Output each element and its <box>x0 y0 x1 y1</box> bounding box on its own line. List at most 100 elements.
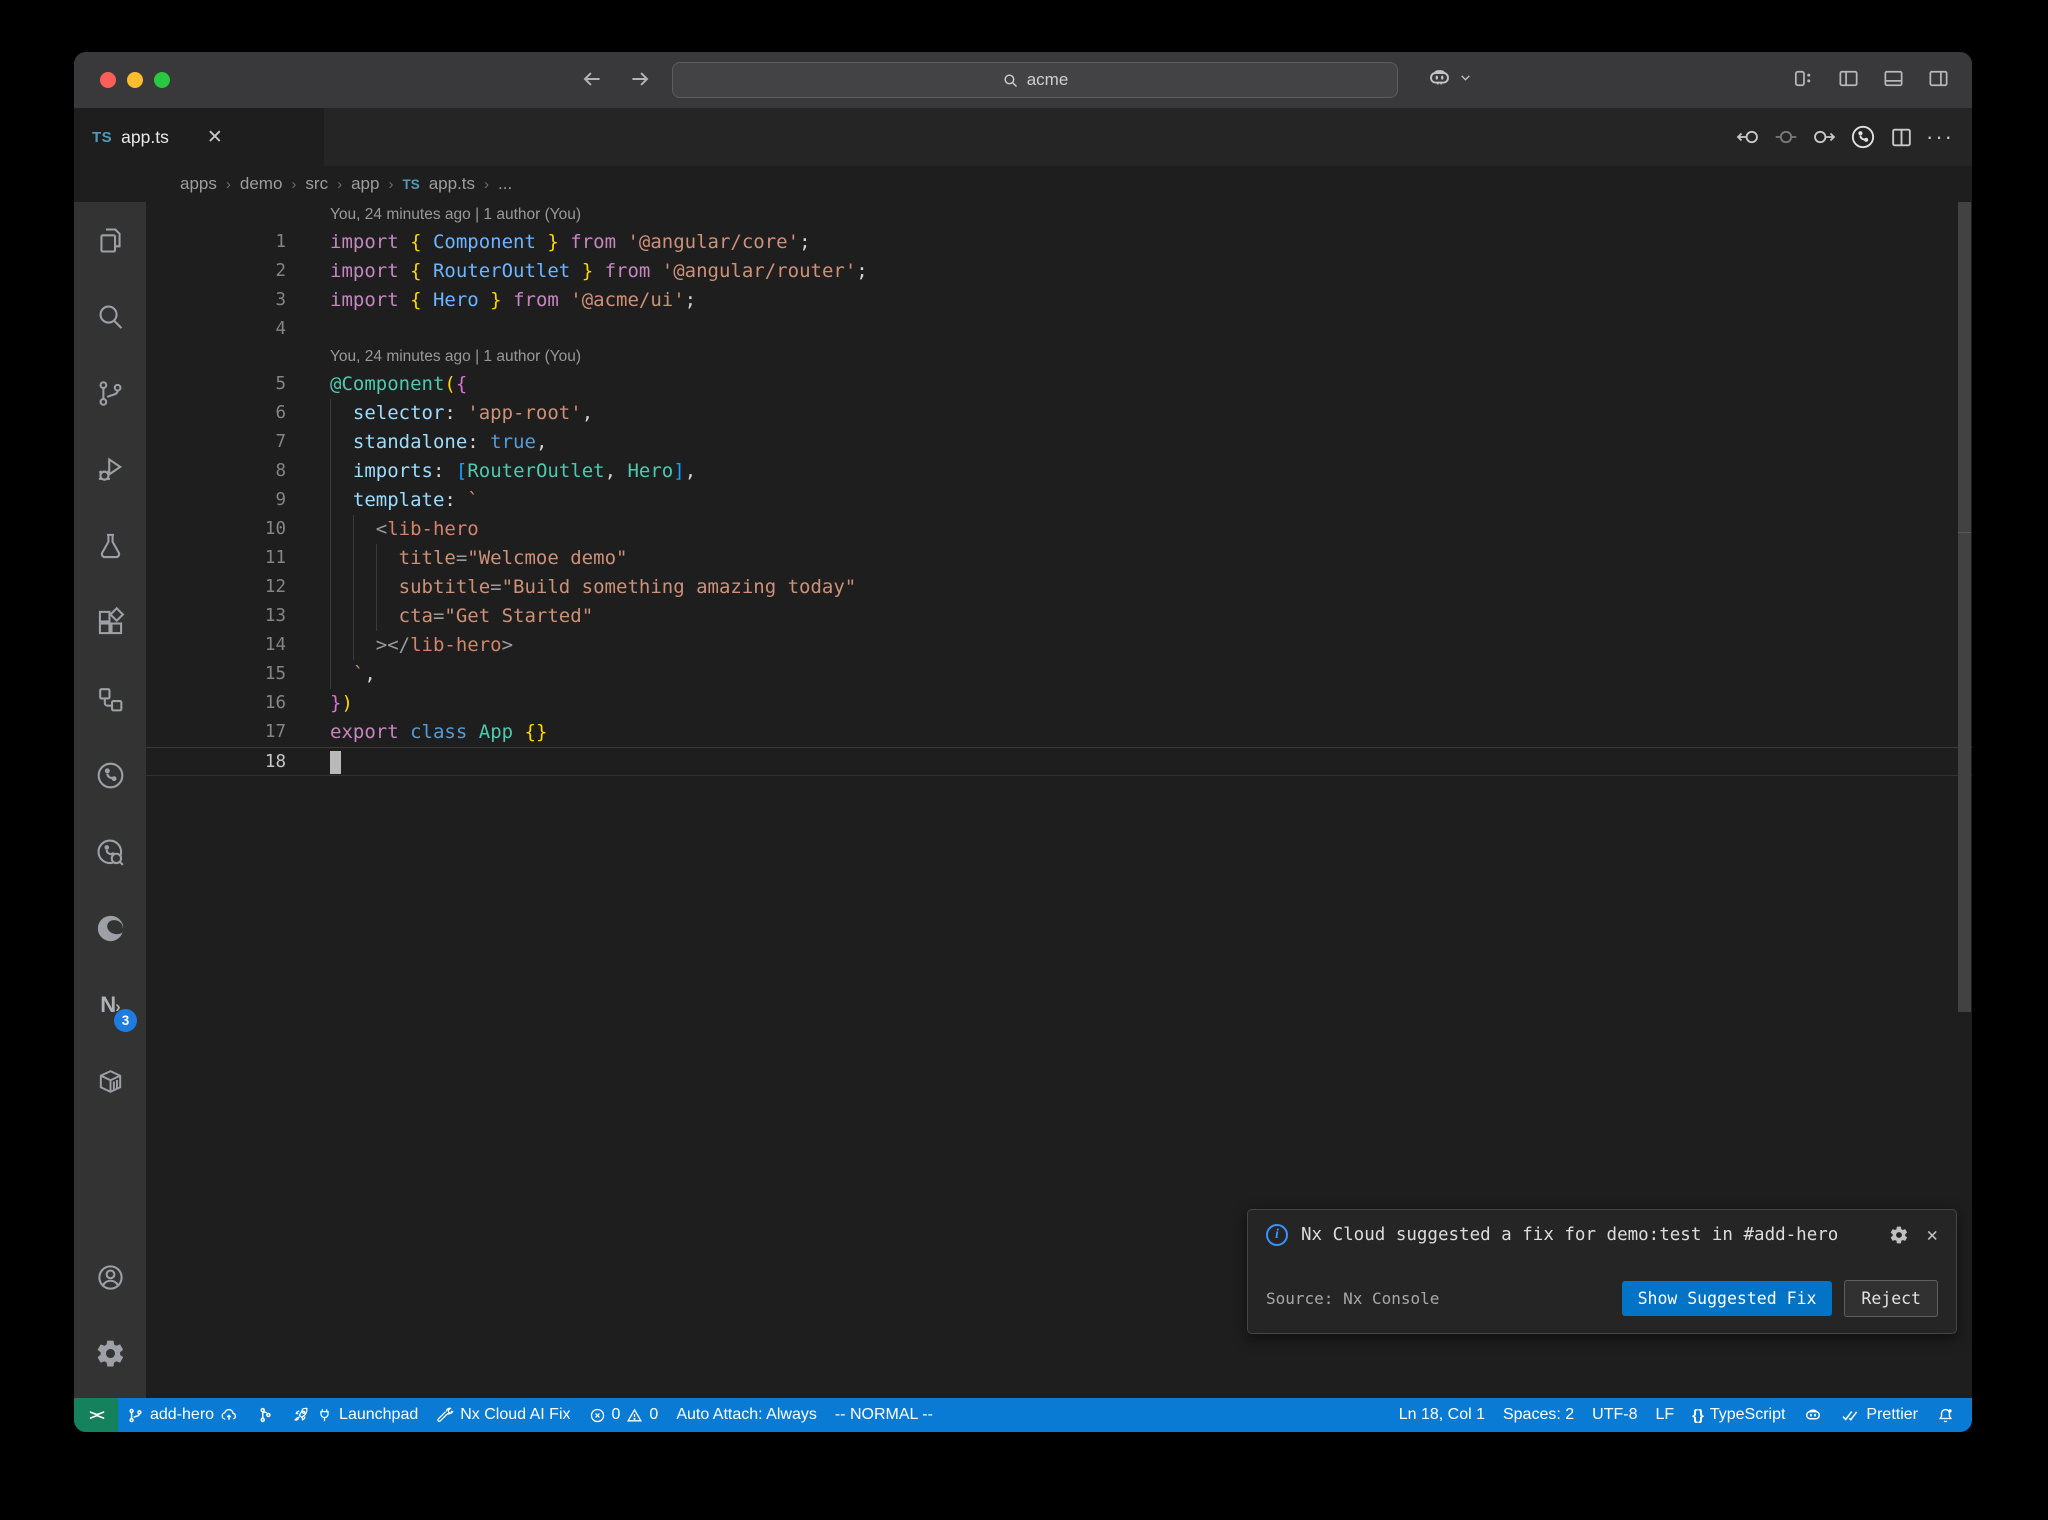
remote-indicator[interactable]: >< <box>74 1398 118 1432</box>
zoom-window-button[interactable] <box>154 72 170 88</box>
code-line[interactable]: 4 <box>146 315 1972 344</box>
more-actions-icon[interactable]: ··· <box>1926 124 1954 150</box>
breadcrumb-item[interactable]: apps <box>180 174 217 194</box>
toggle-left-sidebar-icon[interactable] <box>1837 67 1860 90</box>
nav-middle-circle-icon[interactable] <box>1773 124 1799 150</box>
indentation-item[interactable]: Spaces: 2 <box>1494 1398 1583 1432</box>
gitlens-open-changes-icon[interactable] <box>1849 123 1877 151</box>
info-icon: i <box>1266 1224 1288 1246</box>
blame-annotation[interactable]: You, 24 minutes ago | 1 author (You) <box>146 344 1972 370</box>
code-line[interactable]: 1 import { Component } from '@angular/cor… <box>146 228 1972 257</box>
hierarchy-icon[interactable] <box>74 661 146 738</box>
code-line[interactable]: 12 subtitle="Build something amazing tod… <box>146 573 1972 602</box>
line-number: 12 <box>264 577 286 597</box>
git-branch-item[interactable]: add-hero <box>118 1398 247 1432</box>
gitlens-icon[interactable] <box>74 738 146 815</box>
language-mode-item[interactable]: {} TypeScript <box>1683 1398 1794 1432</box>
gitlens-inspect-icon[interactable] <box>74 814 146 891</box>
line-number: 6 <box>275 403 286 423</box>
extensions-icon[interactable] <box>74 585 146 662</box>
breadcrumb-item[interactable]: app <box>351 174 379 194</box>
breadcrumb-item[interactable]: ... <box>498 174 512 194</box>
testing-icon[interactable] <box>74 508 146 585</box>
encoding-item[interactable]: UTF-8 <box>1583 1398 1646 1432</box>
vim-mode-item[interactable]: -- NORMAL -- <box>826 1398 942 1432</box>
copilot-status-icon[interactable] <box>1794 1398 1832 1432</box>
search-icon <box>1002 72 1019 89</box>
line-number: 7 <box>275 432 286 452</box>
code-line[interactable]: 13 cta="Get Started" <box>146 602 1972 631</box>
code-line[interactable]: 10 <lib-hero <box>146 515 1972 544</box>
run-debug-icon[interactable] <box>74 432 146 509</box>
code-line[interactable]: 6 selector: 'app-root', <box>146 399 1972 428</box>
title-bar: acme <box>74 52 1972 108</box>
code-line[interactable]: 11 title="Welcmoe demo" <box>146 544 1972 573</box>
edge-tools-icon[interactable] <box>74 891 146 968</box>
copilot-icon[interactable] <box>1426 64 1453 91</box>
line-number: 15 <box>264 664 286 684</box>
launchpad-item[interactable]: Launchpad <box>283 1398 427 1432</box>
notification-settings-gear-icon[interactable] <box>1889 1225 1909 1245</box>
tab-close-icon[interactable]: ✕ <box>207 128 223 147</box>
code-line[interactable]: 2 import { RouterOutlet } from '@angular/… <box>146 257 1972 286</box>
account-icon[interactable] <box>74 1239 146 1316</box>
notifications-bell-icon[interactable] <box>1927 1398 1964 1432</box>
command-center-search[interactable]: acme <box>672 62 1398 98</box>
explorer-icon[interactable] <box>74 202 146 279</box>
close-window-button[interactable] <box>100 72 116 88</box>
split-editor-icon[interactable] <box>1889 125 1914 150</box>
line-number: 5 <box>275 374 286 394</box>
breadcrumb: apps › demo › src › app › TS app.ts › ... <box>74 166 1972 202</box>
notification-close-icon[interactable]: ✕ <box>1927 1224 1938 1246</box>
code-line[interactable]: 14 ></lib-hero> <box>146 631 1972 660</box>
toggle-panel-icon[interactable] <box>1882 67 1905 90</box>
code-line[interactable]: 5 @Component({ <box>146 370 1972 399</box>
code-line[interactable]: 18 <box>146 747 1972 776</box>
nx-badge: 3 <box>114 1008 137 1032</box>
line-number: 11 <box>264 548 286 568</box>
code-line[interactable]: 9 template: ` <box>146 486 1972 515</box>
chevron-down-icon[interactable] <box>1459 71 1472 84</box>
code-line[interactable]: 8 imports: [RouterOutlet, Hero], <box>146 457 1972 486</box>
back-arrow-icon[interactable] <box>579 66 605 92</box>
problems-item[interactable]: 0 0 <box>580 1398 668 1432</box>
auto-attach-item[interactable]: Auto Attach: Always <box>667 1398 826 1432</box>
nav-forward-circle-icon[interactable] <box>1811 124 1837 150</box>
minimize-window-button[interactable] <box>127 72 143 88</box>
blame-annotation[interactable]: You, 24 minutes ago | 1 author (You) <box>146 202 1972 228</box>
toggle-right-sidebar-icon[interactable] <box>1927 67 1950 90</box>
container-icon[interactable] <box>74 1044 146 1121</box>
code-editor[interactable]: You, 24 minutes ago | 1 author (You) 1 imp… <box>146 202 1972 1398</box>
code-line[interactable]: 7 standalone: true, <box>146 428 1972 457</box>
notification-source: Source: Nx Console <box>1266 1289 1440 1308</box>
tab-app-ts[interactable]: TS app.ts ✕ <box>74 108 324 166</box>
code-line[interactable]: 3 import { Hero } from '@acme/ui'; <box>146 286 1972 315</box>
breadcrumb-item[interactable]: src <box>305 174 328 194</box>
reject-button[interactable]: Reject <box>1844 1280 1938 1317</box>
cursor-position-item[interactable]: Ln 18, Col 1 <box>1390 1398 1494 1432</box>
customize-layout-icon[interactable] <box>1792 67 1815 90</box>
search-icon[interactable] <box>74 279 146 356</box>
settings-gear-icon[interactable] <box>74 1316 146 1393</box>
status-bar: >< add-hero Launchpad Nx Cloud AI Fix 0 <box>74 1398 1972 1432</box>
forward-arrow-icon[interactable] <box>627 66 653 92</box>
prettier-item[interactable]: Prettier <box>1832 1398 1927 1432</box>
line-number: 17 <box>264 722 286 742</box>
line-number: 1 <box>275 232 286 252</box>
editor-scrollbar[interactable] <box>1958 202 1971 1012</box>
eol-item[interactable]: LF <box>1646 1398 1683 1432</box>
nx-cloud-fix-item[interactable]: Nx Cloud AI Fix <box>427 1398 579 1432</box>
traffic-lights <box>100 72 170 88</box>
nx-console-icon[interactable]: N› 3 <box>74 967 146 1044</box>
source-control-graph-item[interactable] <box>247 1398 283 1432</box>
code-line[interactable]: 15 `, <box>146 660 1972 689</box>
code-line[interactable]: 16}) <box>146 689 1972 718</box>
breadcrumb-item[interactable]: app.ts <box>429 174 475 194</box>
line-number: 8 <box>275 461 286 481</box>
breadcrumb-item[interactable]: demo <box>240 174 283 194</box>
nav-back-circle-icon[interactable] <box>1735 124 1761 150</box>
code-line[interactable]: 17 export class App {} <box>146 718 1972 747</box>
source-control-icon[interactable] <box>74 355 146 432</box>
show-suggested-fix-button[interactable]: Show Suggested Fix <box>1621 1281 1833 1316</box>
line-number: 3 <box>275 290 286 310</box>
